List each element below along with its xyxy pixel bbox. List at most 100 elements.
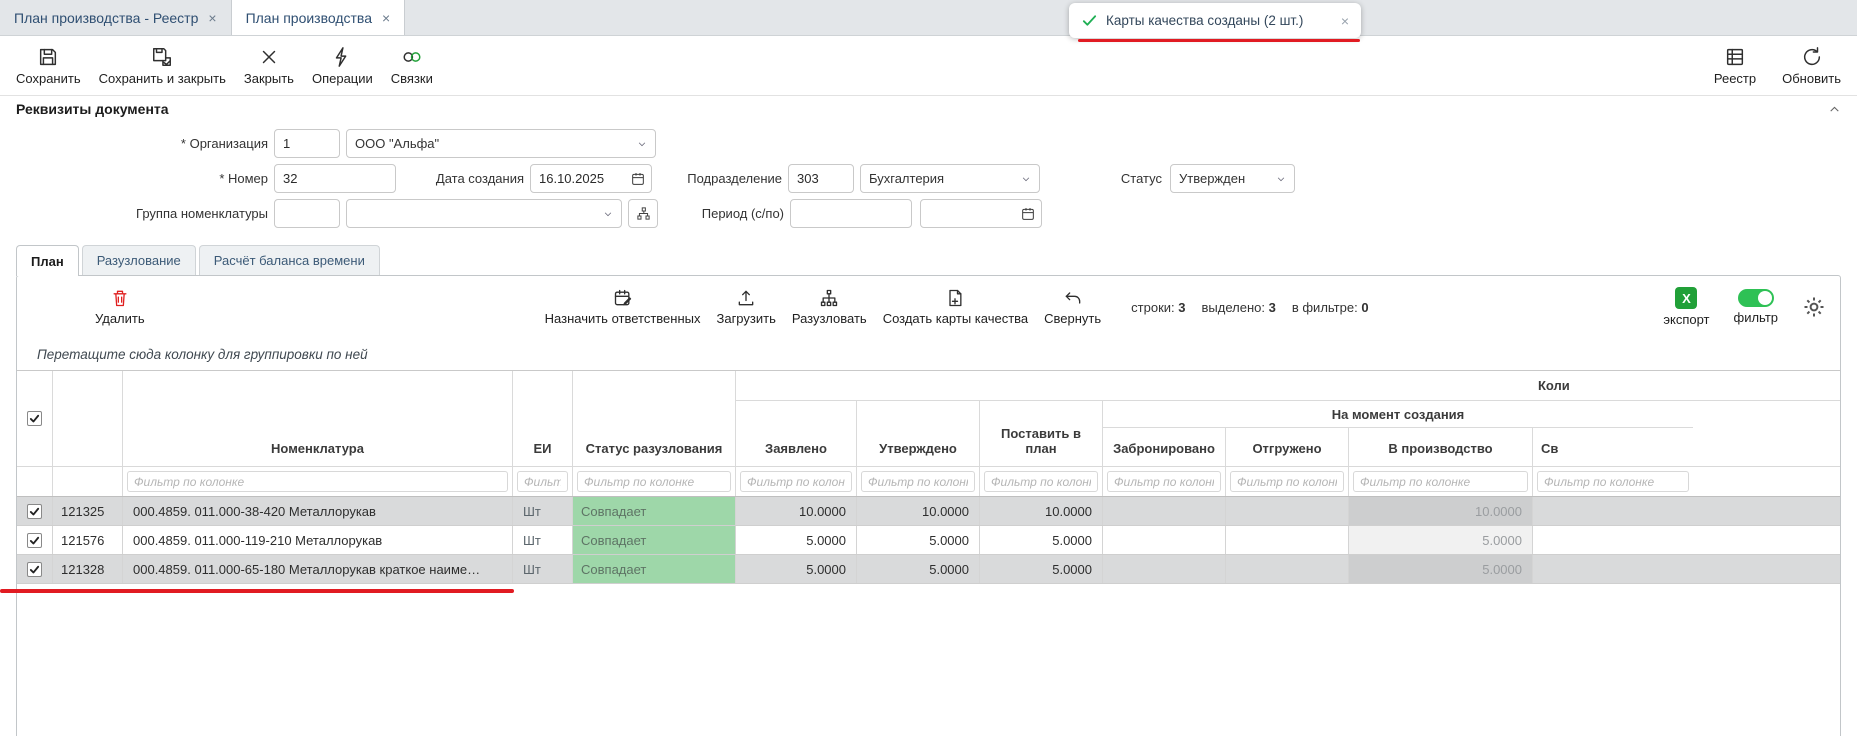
row-checkbox[interactable] (17, 497, 53, 525)
col-header-nomenclature[interactable]: Номенклатура (123, 371, 513, 466)
col-header-rest (1693, 401, 1840, 466)
col-header-shipped[interactable]: Отгружено (1226, 428, 1349, 466)
tab-close-icon[interactable]: × (382, 10, 390, 26)
chevron-down-icon (603, 209, 613, 219)
col-header-unit[interactable]: ЕИ (513, 371, 573, 466)
cell-id: 121325 (53, 497, 123, 525)
organization-code-input[interactable] (274, 129, 340, 158)
cell-reserved (1103, 555, 1226, 583)
row-checkbox[interactable] (17, 555, 53, 583)
tab-plan[interactable]: План (16, 245, 79, 276)
col-header-approved[interactable]: Утверждено (857, 401, 980, 466)
organization-select[interactable]: ООО "Альфа" (346, 129, 656, 158)
cell-explosion-status: Совпадает (573, 526, 736, 554)
links-icon (401, 46, 423, 68)
close-icon (258, 46, 280, 68)
save-and-close-button[interactable]: Сохранить и закрыть (99, 46, 226, 86)
grid-counters: строки: 3 выделено: 3 в фильтре: 0 (1131, 300, 1368, 315)
collapse-chevron-up-icon[interactable] (1828, 103, 1841, 116)
nomenclature-group-label: Группа номенклатуры (16, 206, 268, 221)
table-row[interactable]: 121328 000.4859. 011.000-65-180 Металлор… (17, 555, 1840, 584)
calendar-icon[interactable] (630, 171, 646, 187)
chevron-down-icon (1276, 174, 1286, 184)
number-input[interactable] (274, 164, 396, 193)
filter-input[interactable] (577, 471, 731, 492)
calendar-icon[interactable] (1020, 206, 1036, 222)
period-from-input[interactable] (790, 199, 912, 228)
links-button[interactable]: Связки (391, 46, 433, 86)
rows-counter: строки: 3 (1131, 300, 1185, 315)
collapse-rows-button[interactable]: Свернуть (1044, 288, 1101, 326)
registry-button[interactable]: Реестр (1714, 46, 1756, 86)
col-header-put-to-plan[interactable]: Поставить в план (980, 401, 1103, 466)
cell-reserved (1103, 526, 1226, 554)
export-button[interactable]: X экспорт (1663, 287, 1709, 327)
tab-close-icon[interactable]: × (208, 10, 216, 26)
window-tab-registry[interactable]: План производства - Реестр × (0, 0, 232, 35)
annotation-red-underline-toast (1078, 39, 1360, 42)
col-header-reserved[interactable]: Забронировано (1103, 428, 1226, 466)
cell-in-production: 10.0000 (1349, 497, 1533, 525)
delete-button[interactable]: Удалить (95, 288, 145, 326)
tab-explosion[interactable]: Разузлование (82, 245, 196, 275)
cell-empty (1693, 497, 1840, 525)
explode-button[interactable]: Разузловать (792, 288, 867, 326)
filter-toggle[interactable]: фильтр (1734, 289, 1778, 325)
create-quality-cards-button[interactable]: Создать карты качества (883, 288, 1028, 326)
refresh-button[interactable]: Обновить (1782, 46, 1841, 86)
operations-button[interactable]: Операции (312, 46, 373, 86)
save-button[interactable]: Сохранить (16, 46, 81, 86)
tree-view-button[interactable] (628, 199, 658, 228)
requisites-section-header: Реквизиты документа (0, 96, 1857, 122)
table-row[interactable]: 121325 000.4859. 011.000-38-420 Металлор… (17, 497, 1840, 526)
assign-responsible-button[interactable]: Назначить ответственных (545, 288, 701, 326)
nomenclature-group-code-input[interactable] (274, 199, 340, 228)
filter-input[interactable] (1230, 471, 1344, 492)
window-tab-production-plan[interactable]: План производства × (232, 0, 406, 35)
grid-settings-button[interactable] (1802, 295, 1826, 319)
filter-input[interactable] (1353, 471, 1528, 492)
col-header-declared[interactable]: Заявлено (736, 401, 857, 466)
nomenclature-group-select[interactable] (346, 199, 622, 228)
filter-input-next (1533, 466, 1693, 496)
filter-input[interactable] (1537, 471, 1689, 492)
cell-declared: 10.0000 (736, 497, 857, 525)
col-header-in-production[interactable]: В производство (1349, 428, 1533, 466)
department-code-input[interactable] (788, 164, 854, 193)
organization-select-value: ООО "Альфа" (355, 136, 439, 151)
creation-date-label: Дата создания (396, 171, 524, 186)
cell-empty (1533, 497, 1693, 525)
filter-input[interactable] (127, 471, 508, 492)
filter-input[interactable] (1107, 471, 1221, 492)
cell-put-to-plan: 5.0000 (980, 526, 1103, 554)
filter-input[interactable] (740, 471, 852, 492)
cell-id: 121328 (53, 555, 123, 583)
filter-input[interactable] (861, 471, 975, 492)
cell-shipped (1226, 497, 1349, 525)
cell-empty (1533, 526, 1693, 554)
cell-unit: Шт (513, 526, 573, 554)
excel-icon: X (1675, 287, 1697, 309)
filter-input[interactable] (517, 471, 568, 492)
row-checkbox[interactable] (17, 526, 53, 554)
tab-time-balance[interactable]: Расчёт баланса времени (199, 245, 380, 275)
filter-input-status (573, 466, 736, 496)
group-header-quantity: Коли (736, 371, 1840, 401)
filter-cell (17, 466, 53, 496)
chevron-down-icon (637, 139, 647, 149)
status-select[interactable]: Утвержден (1170, 164, 1295, 193)
in-filter-counter: в фильтре: 0 (1292, 300, 1369, 315)
department-select[interactable]: Бухгалтерия (860, 164, 1040, 193)
close-button[interactable]: Закрыть (244, 46, 294, 86)
load-button[interactable]: Загрузить (716, 288, 775, 326)
filter-input[interactable] (984, 471, 1098, 492)
filter-input-unit (513, 466, 573, 496)
col-header-id[interactable] (53, 371, 123, 466)
table-row[interactable]: 121576 000.4859. 011.000-119-210 Металло… (17, 526, 1840, 555)
select-all-checkbox[interactable] (17, 371, 53, 466)
col-header-explosion-status[interactable]: Статус разузлования (573, 371, 736, 466)
calendar-person-icon (613, 288, 633, 308)
toast-close-icon[interactable]: × (1341, 13, 1349, 29)
check-icon (1081, 12, 1098, 29)
col-header-next-clipped[interactable]: Св (1533, 428, 1693, 466)
